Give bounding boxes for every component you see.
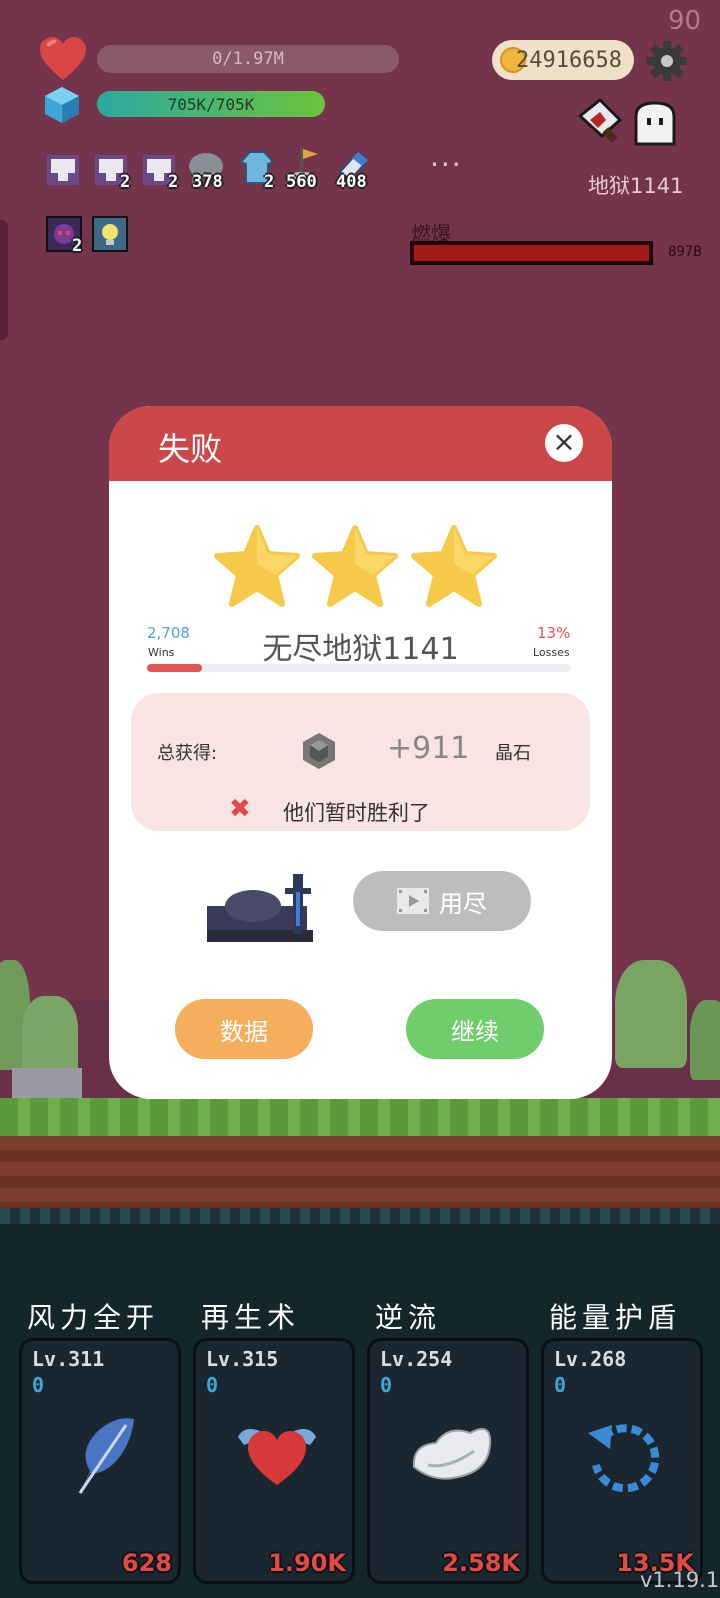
watch-video-button[interactable]: 用尽 [353, 871, 531, 931]
refresh-icon [582, 1411, 668, 1497]
skill-cost: 2.58K [442, 1549, 520, 1577]
dialog-header: 失败 × [109, 406, 612, 481]
enemy-hp-text: 897B [668, 244, 702, 260]
cloth-bundle-icon[interactable] [46, 152, 80, 186]
ground-grass [0, 1098, 720, 1136]
fail-x-icon: ✖ [229, 794, 251, 824]
film-strip-icon [397, 888, 429, 914]
skill-level: Lv.311 [32, 1347, 105, 1371]
inventory-count: 2 [168, 172, 179, 192]
skill-card-backflow[interactable]: Lv.254 0 2.58K [367, 1338, 529, 1584]
skill-card-regen[interactable]: Lv.315 0 1.90K [193, 1338, 355, 1584]
coin-amount: 24916658 [516, 47, 622, 73]
wing-icon [408, 1411, 494, 1497]
win-loss-progress [147, 664, 571, 672]
inventory-count: 560 [286, 172, 317, 192]
star-icon [213, 524, 301, 608]
crystal-shield-icon [44, 86, 80, 124]
skill-card-wind[interactable]: Lv.311 0 628 [19, 1338, 181, 1584]
cleaver-icon [576, 97, 626, 144]
inventory-count: 2 [120, 172, 131, 192]
shield-text: 705K/705K [167, 94, 255, 114]
winged-heart-icon [234, 1411, 320, 1497]
win-loss-progress-fill [147, 664, 203, 672]
result-text: 他们暂时胜利了 [283, 801, 430, 825]
inventory-count: 378 [192, 172, 223, 192]
enemy-hp-bar [410, 241, 653, 265]
shield-bar: 705K/705K [97, 91, 325, 117]
inventory-row: 2 2 378 2 560 408 [46, 148, 386, 196]
crystal-gem-icon [299, 731, 339, 771]
coin-counter[interactable]: 24916658 [492, 40, 634, 80]
skill-cost: 628 [121, 1549, 172, 1577]
skill-charges: 0 [206, 1373, 219, 1397]
skill-title: 能量护盾 [549, 1301, 682, 1334]
defeat-dialog: 失败 × 2,708 Wins 无尽地狱1141 13% Losses 总获得:… [109, 406, 612, 1099]
reward-amount: +911 [387, 731, 470, 766]
ground-dirt [0, 1136, 720, 1208]
close-button[interactable]: × [545, 424, 583, 462]
skill-title: 风力全开 [27, 1301, 160, 1334]
video-button-label: 用尽 [439, 889, 487, 918]
heart-icon [38, 36, 88, 82]
skill-charges: 0 [380, 1373, 393, 1397]
skill-charges: 0 [554, 1373, 567, 1397]
ghost-icon [632, 100, 678, 146]
hp-bar: 0/1.97M [97, 45, 399, 73]
inventory-count: 408 [336, 172, 367, 192]
inventory-count: 2 [264, 172, 275, 192]
skill-title: 再生术 [201, 1301, 301, 1334]
settings-gear-icon[interactable] [646, 40, 688, 82]
losses-value: 13% [537, 624, 571, 642]
skill-title: 逆流 [375, 1301, 442, 1334]
skill-level: Lv.254 [380, 1347, 453, 1371]
version-label: v1.19.1 [640, 1568, 720, 1592]
fence [12, 1068, 82, 1100]
dialog-title: 失败 [158, 430, 223, 468]
feather-icon [60, 1411, 146, 1497]
stage-label: 地狱1141 [588, 174, 684, 198]
tree [690, 1000, 720, 1080]
star-icon [410, 524, 498, 608]
lightbulb-buff-icon[interactable] [92, 216, 128, 252]
side-drawer-handle[interactable] [0, 220, 8, 340]
skill-level: Lv.315 [206, 1347, 279, 1371]
hp-text: 0/1.97M [212, 49, 284, 69]
fps-counter: 90 [668, 6, 702, 36]
tree [22, 996, 78, 1076]
fallen-hero-sprite [205, 870, 323, 944]
reward-unit: 晶石 [495, 743, 531, 764]
buff-count: 2 [72, 236, 83, 256]
skill-cost: 1.90K [268, 1549, 346, 1577]
skill-level: Lv.268 [554, 1347, 627, 1371]
losses-label: Losses [533, 646, 570, 659]
skill-charges: 0 [32, 1373, 45, 1397]
continue-button[interactable]: 继续 [406, 999, 544, 1059]
reward-label: 总获得: [157, 743, 218, 764]
reward-panel: 总获得: +911 晶石 ✖ 他们暂时胜利了 [131, 693, 590, 831]
more-button[interactable]: ··· [430, 148, 463, 181]
skill-card-energy-shield[interactable]: Lv.268 0 13.5K [541, 1338, 703, 1584]
tree [615, 960, 687, 1068]
data-button[interactable]: 数据 [175, 999, 313, 1059]
ground-shade [0, 1208, 720, 1224]
star-icon [311, 524, 399, 608]
